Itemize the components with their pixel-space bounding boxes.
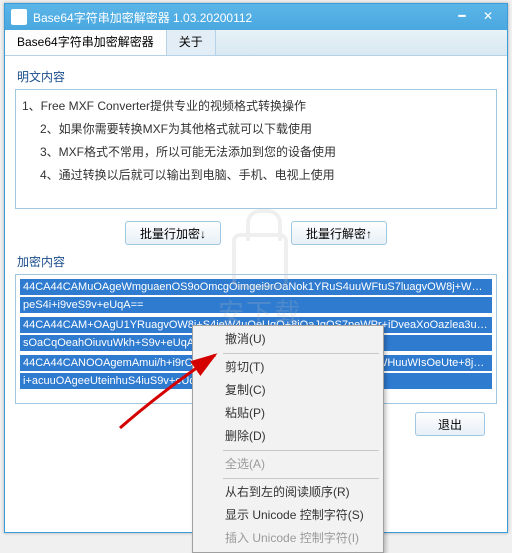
menu-paste[interactable]: 粘贴(P) xyxy=(195,402,381,425)
menu-undo[interactable]: 撤消(U) xyxy=(195,328,381,351)
ciphertext-label: 加密内容 xyxy=(17,253,497,270)
menu-separator xyxy=(223,450,379,451)
list-item: 2、如果你需要转换MXF为其他格式就可以下载使用 xyxy=(22,117,490,140)
menu-rtl[interactable]: 从右到左的阅读顺序(R) xyxy=(195,481,381,504)
decrypt-button[interactable]: 批量行解密↑ xyxy=(291,221,387,245)
list-item: 44CA44CAMuOAgeWmguaenOS9oOmcgOimgei9rOaN… xyxy=(20,279,492,295)
close-button[interactable]: ✕ xyxy=(475,7,501,27)
exit-button[interactable]: 退出 xyxy=(415,412,485,436)
tab-about[interactable]: 关于 xyxy=(167,30,216,55)
list-item: peS4i+i9veS9v+eUqA== xyxy=(20,297,492,313)
app-icon xyxy=(11,9,27,25)
menu-insert[interactable]: 插入 Unicode 控制字符(I) xyxy=(195,527,381,550)
menu-selectall[interactable]: 全选(A) xyxy=(195,453,381,476)
menu-cut[interactable]: 剪切(T) xyxy=(195,356,381,379)
window-title: Base64字符串加密解密器 1.03.20200112 xyxy=(33,9,449,26)
menu-unicode[interactable]: 显示 Unicode 控制字符(S) xyxy=(195,504,381,527)
plaintext-label: 明文内容 xyxy=(17,68,497,85)
tab-main[interactable]: Base64字符串加密解密器 xyxy=(5,30,167,55)
encrypt-button[interactable]: 批量行加密↓ xyxy=(125,221,221,245)
minimize-button[interactable]: ━ xyxy=(449,7,475,27)
button-row: 批量行加密↓ 批量行解密↑ xyxy=(15,221,497,245)
list-item: 1、Free MXF Converter提供专业的视频格式转换操作 xyxy=(22,94,490,117)
context-menu: 撤消(U) 剪切(T) 复制(C) 粘贴(P) 删除(D) 全选(A) 从右到左… xyxy=(192,325,384,553)
list-item: 3、MXF格式不常用，所以可能无法添加到您的设备使用 xyxy=(22,140,490,163)
plaintext-box[interactable]: 1、Free MXF Converter提供专业的视频格式转换操作 2、如果你需… xyxy=(15,89,497,209)
menu-delete[interactable]: 删除(D) xyxy=(195,425,381,448)
menu-separator xyxy=(223,353,379,354)
menu-copy[interactable]: 复制(C) xyxy=(195,379,381,402)
list-item: 4、通过转换以后就可以输出到电脑、手机、电视上使用 xyxy=(22,163,490,186)
titlebar: Base64字符串加密解密器 1.03.20200112 ━ ✕ xyxy=(5,4,507,30)
menu-separator xyxy=(223,478,379,479)
tabbar: Base64字符串加密解密器 关于 xyxy=(5,30,507,56)
